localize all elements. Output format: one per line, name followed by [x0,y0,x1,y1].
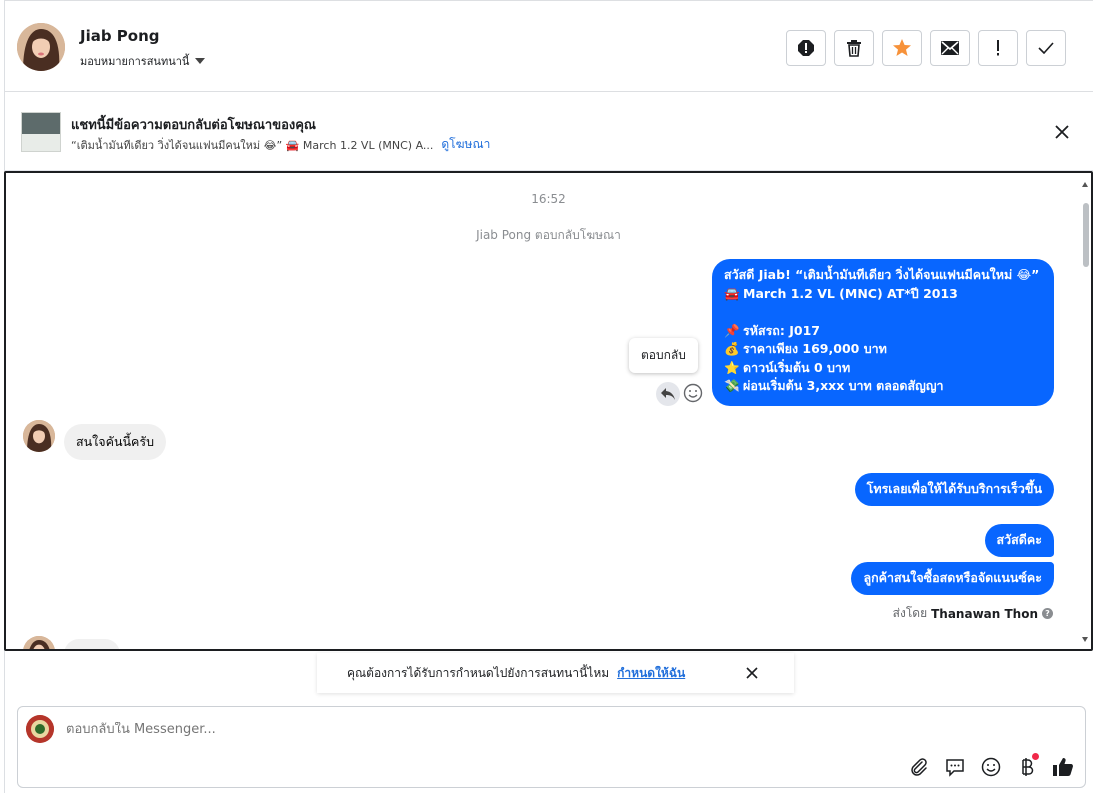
reply-arrow-icon [661,388,675,400]
ad-message-line: ⭐ ดาวน์เริ่มต้น 0 บาท [724,359,1042,378]
ad-message-line: 📌 รหัสรถ: J017 [724,322,1042,341]
car-icon: 🚘 [724,285,740,301]
report-button[interactable] [786,30,826,66]
exclamation-icon [997,40,999,56]
sent-by-label: ส่งโดย Thanawan Thon ? [893,604,1053,623]
message-timestamp: 16:52 [531,192,566,206]
outgoing-message[interactable]: สวัสดีคะ [984,524,1054,557]
contact-avatar[interactable] [17,23,65,71]
assign-toast: คุณต้องการได้รับการกำหนดไปยังการสนทนานี้… [317,653,794,693]
assign-to-me-link[interactable]: กำหนดให้ฉัน [617,664,685,683]
help-icon[interactable]: ? [1042,608,1053,619]
check-icon [1038,42,1054,54]
mail-icon [941,41,959,55]
message-thread[interactable]: 16:52 Jiab Pong ตอบกลับโฆษณา สวัสดี Jiab… [4,171,1093,651]
ad-message-bubble[interactable]: สวัสดี Jiab! “เติมน้ำมันทีเดียว วิ่งได้จ… [712,259,1054,406]
mail-button[interactable] [930,30,970,66]
star-icon: ⭐ [724,359,740,375]
contact-avatar-small [23,420,55,452]
ad-banner-subtitle: “เติมน้ำมันทีเดียว วิ่งได้จนแฟนมีคนใหม่ … [71,135,490,154]
outgoing-message[interactable]: โทรเลยเพื่อให้ได้รับบริการเร็วขึ้น [854,473,1054,506]
star-icon [893,39,911,56]
ad-snippet: “เติมน้ำมันทีเดียว วิ่งได้จนแฟนมีคนใหม่ … [71,138,434,152]
mark-important-button[interactable] [978,30,1018,66]
delete-button[interactable] [834,30,874,66]
star-button[interactable] [882,30,922,66]
incoming-message-partial[interactable] [64,639,120,649]
saved-reply-icon [946,759,964,777]
ad-banner-title: แชทนี้มีข้อความตอบกลับต่อโฆษณาของคุณ [71,118,316,133]
scroll-down-icon[interactable] [1081,635,1089,643]
ad-message-spacer [724,303,1042,322]
view-ad-link[interactable]: ดูโฆษณา [441,135,490,154]
sender-name: Thanawan Thon [931,606,1038,621]
system-message: Jiab Pong ตอบกลับโฆษณา [476,228,621,242]
trash-icon [847,40,861,57]
page-avatar [26,715,54,743]
contact-avatar-small [23,636,55,649]
ad-thumbnail[interactable] [21,112,61,152]
incoming-message[interactable]: สนใจคันนี้ครับ [64,424,167,460]
ad-message-line: 🚘 March 1.2 VL (MNC) AT*ปี 2013 [724,285,1042,304]
paperclip-icon [911,758,927,776]
react-emoji-icon[interactable] [683,383,703,403]
ad-reply-banner: แชทนี้มีข้อความตอบกลับต่อโฆษณาของคุณ “เต… [4,93,1093,171]
message-composer [17,706,1086,788]
baht-icon [1022,758,1034,776]
saved-reply-button[interactable] [943,755,967,779]
close-icon[interactable] [744,665,760,681]
report-icon [798,40,814,56]
ad-message-line: สวัสดี Jiab! “เติมน้ำมันทีเดียว วิ่งได้จ… [724,267,1040,282]
assign-label: มอบหมายการสนทนานี้ [80,55,190,68]
payment-button[interactable] [1015,753,1039,779]
message-input[interactable] [66,722,666,737]
ad-message-line: 💰 ราคาเพียง 169,000 บาท [724,340,1042,359]
header-actions [786,30,1066,66]
scroll-up-icon[interactable] [1081,181,1089,189]
reply-tooltip: ตอบกลับ [629,338,698,373]
ad-message-line: 💸 ผ่อนเริ่มต้น 3,xxx บาท ตลอดสัญญา [724,377,1042,396]
contact-name: Jiab Pong [80,27,160,45]
like-button[interactable] [1051,755,1075,779]
mark-done-button[interactable] [1026,30,1066,66]
caret-down-icon [195,58,206,64]
reply-button[interactable] [656,382,680,406]
composer-tools [907,753,1075,779]
pin-icon: 📌 [724,322,740,338]
emoji-icon [981,757,1001,777]
emoji-button[interactable] [979,755,1003,779]
notification-dot [1032,753,1039,760]
outgoing-message[interactable]: ลูกค้าสนใจซื้อสดหรือจัดแนนซ์คะ [851,562,1054,595]
close-icon[interactable] [1053,123,1071,141]
money-wings-icon: 💸 [724,378,740,393]
attach-button[interactable] [907,755,931,779]
conversation-header: Jiab Pong มอบหมายการสนทนานี้ [4,0,1093,92]
money-bag-icon: 💰 [724,341,740,356]
scrollbar[interactable] [1081,181,1089,643]
thumbs-up-icon [1053,758,1073,776]
assign-dropdown[interactable]: มอบหมายการสนทนานี้ [80,52,206,70]
assign-toast-text: คุณต้องการได้รับการกำหนดไปยังการสนทนานี้… [347,665,610,680]
